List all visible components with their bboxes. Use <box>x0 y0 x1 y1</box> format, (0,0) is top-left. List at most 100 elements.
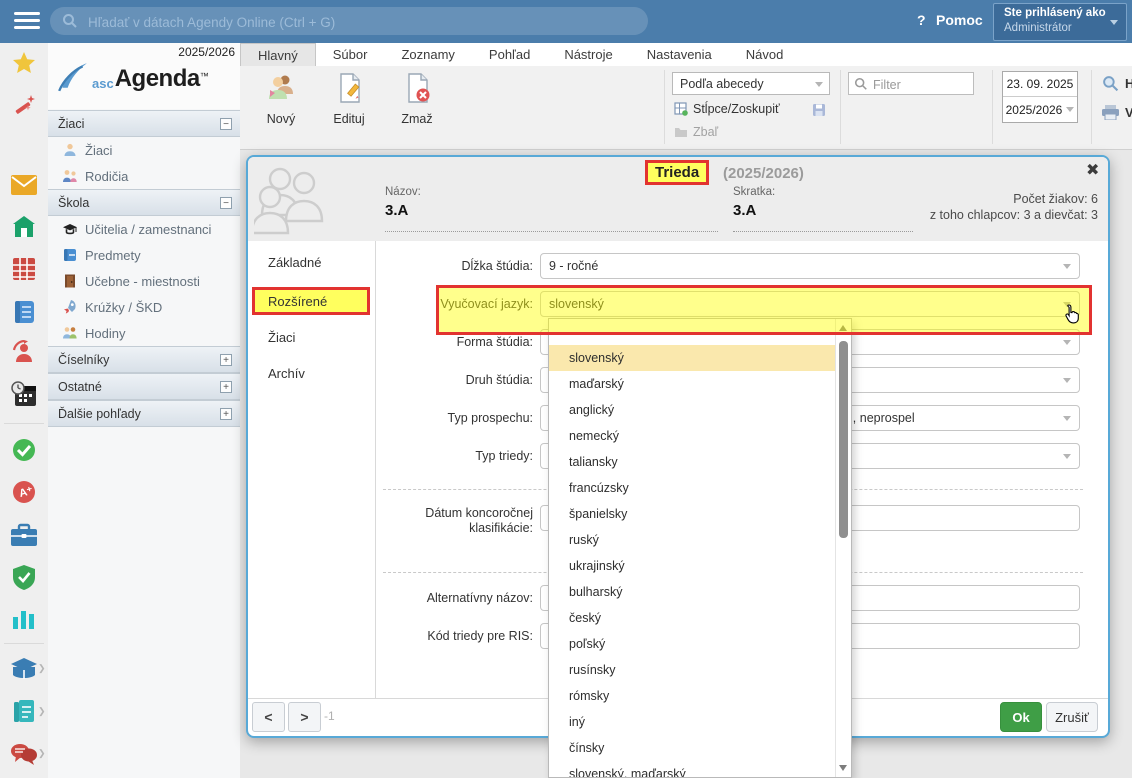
shield-check-icon[interactable] <box>12 564 36 590</box>
global-search-input[interactable] <box>86 10 630 34</box>
dropdown-option[interactable]: poľský <box>549 631 837 657</box>
grades-aplus-icon[interactable]: A⁺ <box>12 480 36 504</box>
tab-nastavenia[interactable]: Nastavenia <box>630 43 729 66</box>
expand-toggle-icon[interactable]: + <box>220 408 232 420</box>
expand-toggle-icon[interactable]: + <box>220 381 232 393</box>
hamburger-menu-icon[interactable] <box>14 12 40 30</box>
sidebar-section-ziaci[interactable]: Žiaci− <box>48 110 240 137</box>
substitution-icon[interactable] <box>11 340 37 366</box>
global-search[interactable] <box>50 7 648 35</box>
dropdown-option[interactable]: - <box>549 319 837 345</box>
save-layout-icon[interactable] <box>812 103 826 117</box>
prev-record-button[interactable]: < <box>252 702 285 732</box>
scrollbar-thumb[interactable] <box>839 341 848 538</box>
expand-toggle-icon[interactable]: + <box>220 354 232 366</box>
collapse-button[interactable]: Zbaľ <box>674 125 718 139</box>
dropdown-option[interactable]: anglický <box>549 397 837 423</box>
edit-record-icon <box>333 72 365 104</box>
gradebook-icon[interactable] <box>13 300 35 324</box>
dropdown-option[interactable]: rusínsky <box>549 657 837 683</box>
dropdown-option[interactable]: taliansky <box>549 449 837 475</box>
user-menu[interactable]: Ste prihlásený ako Administrátor <box>993 3 1127 41</box>
statistics-chart-icon[interactable] <box>12 607 36 629</box>
signed-in-user: Administrátor <box>1004 22 1072 34</box>
dropdown-option[interactable]: rómsky <box>549 683 837 709</box>
ok-button[interactable]: Ok <box>1000 702 1042 732</box>
sidebar-section-ciselniky[interactable]: Číselníky+ <box>48 346 240 373</box>
sidebar-item-hodiny[interactable]: Hodiny <box>48 320 240 346</box>
messages-icon[interactable] <box>10 742 38 766</box>
library-icon[interactable] <box>10 657 38 681</box>
dropdown-option[interactable]: ruský <box>549 527 837 553</box>
ris-code-label: Kód triedy pre RIS: <box>333 629 533 643</box>
dropdown-option[interactable]: iný <box>549 709 837 735</box>
dropdown-option[interactable]: maďarský <box>549 371 837 397</box>
language-select[interactable]: slovenský <box>540 291 1080 317</box>
dropdown-option[interactable]: slovenský, maďarský <box>549 761 837 778</box>
edit-button[interactable]: Edituj <box>320 72 378 126</box>
new-button[interactable]: Nový <box>252 72 310 126</box>
dropdown-scrollbar[interactable] <box>835 319 851 777</box>
search-records-button[interactable]: Hľadať <box>1102 75 1132 92</box>
sidebar-item-ziaci[interactable]: Žiaci <box>48 137 240 163</box>
sidebar-section-ostatne[interactable]: Ostatné+ <box>48 373 240 400</box>
scroll-up-icon[interactable] <box>839 325 847 331</box>
sidebar-item-ucitelia[interactable]: Učitelia / zamestnanci <box>48 216 240 242</box>
rail-divider <box>4 643 44 644</box>
tab-pohlad[interactable]: Pohľad <box>472 43 547 66</box>
sidebar-item-ucebne[interactable]: Učebne - miestnosti <box>48 268 240 294</box>
cancel-button[interactable]: Zrušiť <box>1046 702 1098 732</box>
print-button[interactable]: Vytlačiť <box>1102 105 1132 120</box>
home-icon[interactable] <box>12 215 36 239</box>
next-record-button[interactable]: > <box>288 702 321 732</box>
current-date[interactable]: 23. 09. 2025 <box>1003 72 1077 97</box>
favorites-star-icon[interactable] <box>12 51 36 75</box>
sidebar-item-predmety[interactable]: Predmety <box>48 242 240 268</box>
collapse-toggle-icon[interactable]: − <box>220 118 232 130</box>
chevron-down-icon <box>1063 416 1071 421</box>
dropdown-option-selected[interactable]: slovenský <box>549 345 837 371</box>
documents-icon[interactable] <box>13 700 35 724</box>
dropdown-option[interactable]: čínsky <box>549 735 837 761</box>
wizard-wand-icon[interactable] <box>12 93 36 117</box>
columns-group-button[interactable]: Stĺpce/Zoskupiť <box>674 102 780 116</box>
sidebar-section-dalsie-pohlady[interactable]: Ďalšie pohľady+ <box>48 400 240 427</box>
dropdown-option[interactable]: český <box>549 605 837 631</box>
tab-zoznamy[interactable]: Zoznamy <box>384 43 471 66</box>
calendar-clock-icon[interactable] <box>11 381 37 407</box>
timetable-icon[interactable] <box>12 257 36 281</box>
dropdown-option[interactable]: bulharský <box>549 579 837 605</box>
mail-icon[interactable] <box>11 175 37 195</box>
help-link[interactable]: Pomoc <box>936 12 983 28</box>
help-question-icon[interactable]: ? <box>917 12 926 28</box>
tab-subor[interactable]: Súbor <box>316 43 385 66</box>
school-year-select[interactable]: 2025/2026 <box>1003 97 1077 122</box>
abbr-value[interactable]: 3.A <box>733 202 756 219</box>
sort-order-select[interactable]: Podľa abecedy <box>672 72 830 95</box>
scroll-down-icon[interactable] <box>839 765 847 771</box>
tab-nastroje[interactable]: Nástroje <box>547 43 629 66</box>
filter-box[interactable] <box>848 72 974 95</box>
attendance-check-icon[interactable] <box>12 438 36 462</box>
dropdown-option[interactable]: francúzsky <box>549 475 837 501</box>
dialog-tab-ziaci[interactable]: Žiaci <box>268 330 295 345</box>
sidebar-section-skola[interactable]: Škola− <box>48 189 240 216</box>
name-underline <box>385 231 718 232</box>
dropdown-option[interactable]: nemecký <box>549 423 837 449</box>
dropdown-option[interactable]: ukrajinský <box>549 553 837 579</box>
sidebar-item-rodicia[interactable]: Rodičia <box>48 163 240 189</box>
name-value[interactable]: 3.A <box>385 202 408 219</box>
dialog-tab-zakladne[interactable]: Základné <box>268 255 321 270</box>
close-icon[interactable]: ✖ <box>1086 160 1099 180</box>
briefcase-icon[interactable] <box>10 523 38 547</box>
filter-input[interactable] <box>871 75 973 94</box>
length-select[interactable]: 9 - ročné <box>540 253 1080 279</box>
collapse-toggle-icon[interactable]: − <box>220 197 232 209</box>
tab-navod[interactable]: Návod <box>729 43 801 66</box>
chevron-down-icon <box>815 82 823 87</box>
dialog-tab-archiv[interactable]: Archív <box>268 366 305 381</box>
sidebar-item-kruzky[interactable]: Krúžky / ŠKD <box>48 294 240 320</box>
delete-button[interactable]: Zmaž <box>388 72 446 126</box>
dropdown-option[interactable]: španielsky <box>549 501 837 527</box>
tab-hlavny[interactable]: Hlavný <box>240 43 316 66</box>
